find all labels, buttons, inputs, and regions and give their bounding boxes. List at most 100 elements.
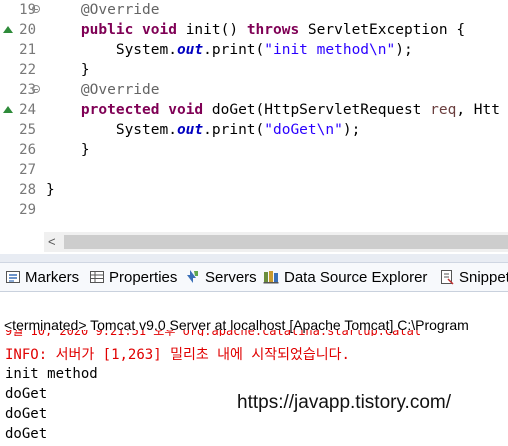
console-log-line-clipped: 9월 10, 2020 9:21:51 오후 org.apache.catali… <box>5 330 421 336</box>
code-line[interactable]: 26 } <box>0 140 508 160</box>
line-number: 28 <box>19 182 36 198</box>
code-text: } <box>46 140 90 160</box>
code-token: public <box>80 22 134 38</box>
line-gutter: 27 <box>0 160 44 180</box>
console-output-line: doGet <box>5 406 48 422</box>
console-info-line: INFO: 서버가 [1,263] 밀리초 내에 시작되었습니다. <box>5 347 350 363</box>
snippets-icon <box>441 270 454 285</box>
code-line[interactable]: 20 public void init() throws ServletExce… <box>0 20 508 40</box>
pane-divider[interactable] <box>0 254 508 263</box>
line-gutter: 22 <box>0 60 44 80</box>
line-gutter: 25 <box>0 120 44 140</box>
tab-label: Servers <box>205 268 257 286</box>
fold-collapse-icon[interactable] <box>32 85 40 93</box>
code-token: "doGet\n" <box>264 122 343 138</box>
line-gutter: 20 <box>0 20 44 40</box>
watermark-url: https://javapp.tistory.com/ <box>237 392 452 413</box>
tab-label: Markers <box>25 268 80 286</box>
code-text: System.out.print("init method\n"); <box>46 40 413 60</box>
scrollbar-thumb[interactable] <box>64 235 508 249</box>
tab-label: Snippet <box>459 268 508 286</box>
data-source-explorer-icon <box>263 271 279 284</box>
code-line[interactable]: 19 @Override <box>0 0 508 20</box>
code-token: void <box>168 102 204 118</box>
code-text: } <box>46 180 55 200</box>
code-token: out <box>176 42 204 58</box>
code-text: System.out.print("doGet\n"); <box>46 120 360 140</box>
line-gutter: 24 <box>0 100 44 120</box>
code-token: out <box>176 122 204 138</box>
code-token: @Override <box>80 2 160 18</box>
code-token: } <box>46 182 55 198</box>
code-token: init() <box>176 22 247 38</box>
line-number: 25 <box>19 122 36 138</box>
line-gutter: 19 <box>0 0 44 20</box>
scroll-left-arrow-icon[interactable]: < <box>48 235 56 248</box>
servers-icon <box>187 270 198 283</box>
code-line[interactable]: 25 System.out.print("doGet\n"); <box>0 120 508 140</box>
code-token: , Htt <box>456 102 500 118</box>
code-token: void <box>142 22 177 38</box>
tab-data-source-explorer[interactable]: Data Source Explorer <box>263 263 427 291</box>
override-marker-icon <box>3 106 13 113</box>
code-line[interactable]: 22 } <box>0 60 508 80</box>
line-number: 24 <box>19 102 36 118</box>
code-token: throws <box>246 22 300 38</box>
line-number: 20 <box>19 22 36 38</box>
line-gutter: 23 <box>0 80 44 100</box>
line-number: 27 <box>19 162 36 178</box>
code-text: public void init() throws ServletExcepti… <box>46 20 465 40</box>
tab-properties[interactable]: Properties <box>89 263 177 291</box>
code-text: protected void doGet(HttpServletRequest … <box>46 100 500 120</box>
code-line[interactable]: 29 <box>0 200 508 220</box>
console-output-line: doGet <box>5 386 48 402</box>
tab-servers[interactable]: Servers <box>185 263 257 291</box>
code-editor[interactable]: 19 @Override 20 public void init() throws… <box>0 0 508 231</box>
console-view[interactable]: <terminated> Tomcat v9.0 Server at local… <box>0 292 508 446</box>
view-tab-bar: Markers Properties Servers Data Source E… <box>0 263 508 292</box>
code-token: @Override <box>80 82 160 98</box>
line-number: 26 <box>19 142 36 158</box>
code-text: @Override <box>46 80 160 100</box>
code-token: System. <box>46 122 177 138</box>
override-marker-icon <box>3 26 13 33</box>
code-token: } <box>46 142 90 158</box>
markers-icon <box>6 271 20 283</box>
line-gutter: 26 <box>0 140 44 160</box>
code-token: protected <box>80 102 160 118</box>
line-number: 29 <box>19 202 36 218</box>
line-number: 22 <box>19 62 36 78</box>
code-text: @Override <box>46 0 160 20</box>
code-token: .print( <box>203 42 265 58</box>
code-line[interactable]: 24 protected void doGet(HttpServletReque… <box>0 100 508 120</box>
line-gutter: 29 <box>0 200 44 220</box>
code-token: doGet(HttpServletRequest <box>203 102 431 118</box>
code-token: .print( <box>203 122 265 138</box>
tab-markers[interactable]: Markers <box>5 263 79 291</box>
code-line[interactable]: 27 <box>0 160 508 180</box>
code-line[interactable]: 23 @Override <box>0 80 508 100</box>
console-output-line: doGet <box>5 426 48 442</box>
code-token: } <box>46 62 90 78</box>
code-token: "init method\n" <box>264 42 396 58</box>
tab-label: Data Source Explorer <box>284 268 428 286</box>
code-token: ); <box>395 42 413 58</box>
code-line[interactable]: 21 System.out.print("init method\n"); <box>0 40 508 60</box>
tab-label: Properties <box>109 268 178 286</box>
tab-snippets[interactable]: Snippet <box>439 263 508 291</box>
fold-collapse-icon[interactable] <box>32 5 40 13</box>
code-line[interactable]: 28} <box>0 180 508 200</box>
code-token: ); <box>342 122 361 138</box>
line-gutter: 28 <box>0 180 44 200</box>
code-token: req <box>430 102 457 118</box>
properties-icon <box>90 271 104 283</box>
code-token: ServletException { <box>299 22 466 38</box>
code-text: } <box>46 60 90 80</box>
editor-horizontal-scrollbar[interactable]: < <box>44 232 508 252</box>
